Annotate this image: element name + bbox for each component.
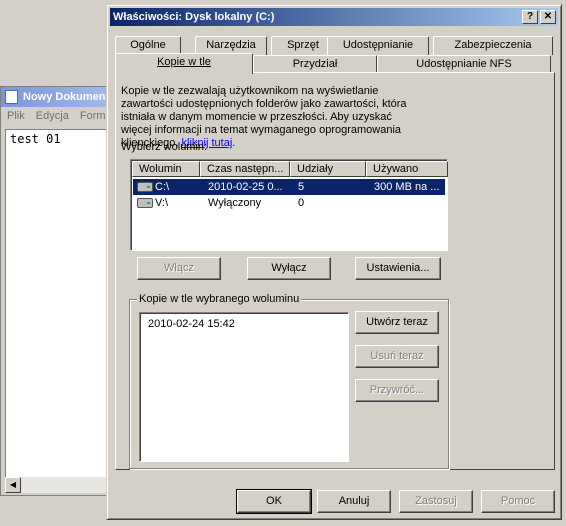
- list-item[interactable]: 2010-02-24 15:42: [148, 318, 235, 330]
- volume-list[interactable]: Wolumin Czas następn... Udziały Używano …: [130, 159, 448, 251]
- tab-sharing[interactable]: Udostępnianie: [327, 36, 429, 55]
- notepad-title-bar[interactable]: Nowy Dokument: [1, 87, 119, 107]
- hard-drive-icon: [137, 198, 153, 208]
- notepad-menu-edit[interactable]: Edycja: [36, 110, 69, 122]
- disable-button[interactable]: Wyłącz: [247, 257, 331, 280]
- restore-button[interactable]: Przywróć...: [355, 379, 439, 402]
- notepad-menu-format[interactable]: Form: [80, 110, 106, 122]
- help-footer-button[interactable]: Pomoc: [481, 490, 555, 513]
- notepad-content: test 01: [10, 132, 61, 146]
- cancel-button[interactable]: Anuluj: [317, 490, 391, 513]
- select-volume-label: Wybierz wolumin:: [121, 141, 208, 153]
- close-button[interactable]: ✕: [540, 10, 556, 24]
- notepad-menu-file[interactable]: Plik: [7, 110, 25, 122]
- enable-button[interactable]: Włącz: [137, 257, 221, 280]
- tab-shadow-copies[interactable]: Kopie w tle: [115, 53, 253, 74]
- delete-now-button[interactable]: Usuń teraz: [355, 345, 439, 368]
- notepad-icon: [5, 90, 18, 104]
- background-notepad-window[interactable]: Nowy Dokument Plik Edycja Form test 01 ◀: [0, 86, 120, 496]
- properties-dialog: Właściwości: Dysk lokalny (C:) ? ✕ Ogóln…: [106, 4, 562, 520]
- apply-button[interactable]: Zastosuj: [399, 490, 473, 513]
- column-next-run[interactable]: Czas następn...: [200, 161, 290, 177]
- notepad-menu-bar: Plik Edycja Form: [1, 107, 119, 126]
- help-button[interactable]: ?: [522, 10, 538, 24]
- hard-drive-icon: [137, 182, 153, 192]
- column-volume[interactable]: Wolumin: [132, 161, 200, 177]
- notepad-horizontal-scrollbar[interactable]: ◀: [5, 477, 119, 493]
- notepad-text-area[interactable]: test 01: [5, 129, 119, 477]
- column-shares[interactable]: Udziały: [290, 161, 366, 177]
- dialog-title-bar[interactable]: Właściwości: Dysk lokalny (C:) ? ✕: [110, 8, 558, 26]
- volume-list-header: Wolumin Czas następn... Udziały Używano: [132, 161, 448, 177]
- table-row[interactable]: C:\ 2010-02-25 0... 5 300 MB na ...: [133, 179, 445, 195]
- settings-button[interactable]: Ustawienia...: [355, 257, 441, 280]
- table-row[interactable]: V:\ Wyłączony 0: [133, 195, 445, 211]
- scroll-left-arrow-icon[interactable]: ◀: [5, 477, 21, 493]
- notepad-title: Nowy Dokument: [23, 91, 110, 103]
- ok-button[interactable]: OK: [236, 489, 312, 514]
- shadow-copies-group-label: Kopie w tle wybranego woluminu: [137, 293, 302, 305]
- tab-hardware[interactable]: Sprzęt: [271, 36, 335, 55]
- tab-security[interactable]: Zabezpieczenia: [433, 36, 553, 55]
- dialog-title: Właściwości: Dysk lokalny (C:): [113, 11, 275, 23]
- create-now-button[interactable]: Utwórz teraz: [355, 311, 439, 334]
- column-used[interactable]: Używano: [366, 161, 448, 177]
- shadow-copies-list[interactable]: 2010-02-24 15:42: [139, 312, 349, 462]
